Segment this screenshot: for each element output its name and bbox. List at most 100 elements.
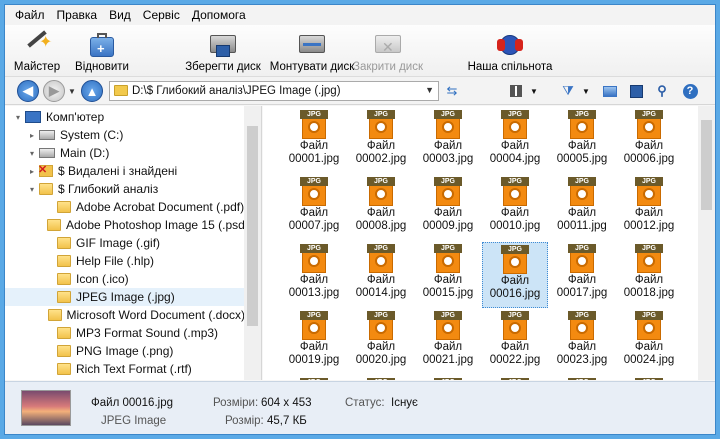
filter-dropdown-icon[interactable]: ▼ xyxy=(577,82,595,100)
file-item[interactable]: JPG Файл 00009.jpg xyxy=(415,175,481,241)
wizard-button[interactable]: ✦ Майстер xyxy=(11,27,63,75)
file-item[interactable]: JPG Файл 00002.jpg xyxy=(348,108,414,174)
folder-icon xyxy=(57,363,71,375)
back-button[interactable]: ◀ xyxy=(17,80,39,102)
file-item[interactable]: JPG Файл 00018.jpg xyxy=(616,242,682,308)
file-item-partial[interactable]: JPG xyxy=(281,376,347,380)
history-dropdown-icon[interactable]: ▼ xyxy=(68,87,76,96)
file-item[interactable]: JPG Файл 00023.jpg xyxy=(549,309,615,375)
file-item[interactable]: JPG Файл 00016.jpg xyxy=(482,242,548,308)
jpg-file-icon: JPG xyxy=(367,378,395,380)
file-item[interactable]: JPG Файл 00017.jpg xyxy=(549,242,615,308)
menu-help[interactable]: Допомога xyxy=(186,8,252,22)
file-item[interactable]: JPG Файл 00005.jpg xyxy=(549,108,615,174)
jpg-badge: JPG xyxy=(635,244,663,253)
refresh-icon[interactable]: ⇆ xyxy=(443,82,461,100)
tree-item[interactable]: GIF Image (.gif) xyxy=(5,234,245,252)
save-disk-button[interactable]: Зберегти диск xyxy=(183,27,263,75)
file-item[interactable]: JPG Файл 00024.jpg xyxy=(616,309,682,375)
tree-item[interactable]: ▸ System (C:) xyxy=(5,126,245,144)
drive-icon xyxy=(39,130,55,140)
file-item[interactable]: JPG Файл 00019.jpg xyxy=(281,309,347,375)
menu-file[interactable]: Файл xyxy=(9,8,51,22)
tree-item[interactable]: Icon (.ico) xyxy=(5,270,245,288)
search-icon[interactable]: ⚲ xyxy=(653,82,671,100)
folder-icon xyxy=(47,309,62,321)
menu-view[interactable]: Вид xyxy=(103,8,137,22)
expander-icon[interactable]: ▾ xyxy=(27,185,37,194)
save-icon[interactable] xyxy=(627,82,645,100)
community-button[interactable]: Наша спільнота xyxy=(468,27,552,75)
tree-item[interactable]: MP3 Format Sound (.mp3) xyxy=(5,324,245,342)
file-item-partial[interactable]: JPG xyxy=(549,376,615,380)
address-bar[interactable]: D:\$ Глибокий аналіз\JPEG Image (.jpg) ▼ xyxy=(109,81,439,101)
close-disk-button[interactable]: ✕ Закрити диск xyxy=(353,27,423,75)
tree-item[interactable]: Rich Text Format (.rtf) xyxy=(5,360,245,378)
jpg-badge: JPG xyxy=(501,177,529,186)
tree-scrollbar-thumb[interactable] xyxy=(247,126,258,326)
tree-item-label: Adobe Acrobat Document (.pdf) xyxy=(76,200,245,214)
filter-icon[interactable]: ⧩ xyxy=(559,82,577,100)
file-item-partial[interactable]: JPG xyxy=(415,376,481,380)
help-icon[interactable]: ? xyxy=(681,82,699,100)
toolbar: ✦ Майстер + Відновити Зберегти диск Монт… xyxy=(5,25,715,77)
file-item[interactable]: JPG Файл 00013.jpg xyxy=(281,242,347,308)
menu-edit[interactable]: Правка xyxy=(51,8,104,22)
tree-item[interactable]: Adobe Acrobat Document (.pdf) xyxy=(5,198,245,216)
folder-icon xyxy=(114,85,128,96)
file-item[interactable]: JPG Файл 00022.jpg xyxy=(482,309,548,375)
view-dropdown-icon[interactable]: ▼ xyxy=(525,82,543,100)
file-item[interactable]: JPG Файл 00003.jpg xyxy=(415,108,481,174)
tree-item[interactable]: ▾ Комп'ютер xyxy=(5,108,245,126)
first-aid-kit-icon: + xyxy=(87,31,117,59)
tree-scrollbar[interactable] xyxy=(244,106,261,380)
jpg-lens xyxy=(308,188,320,200)
forward-button[interactable]: ▶ xyxy=(43,80,65,102)
tree-item[interactable]: ▾ Main (D:) xyxy=(5,144,245,162)
tree-item[interactable]: Adobe Photoshop Image 15 (.psd) xyxy=(5,216,245,234)
file-item-name: 00012.jpg xyxy=(623,220,675,232)
preview-icon[interactable] xyxy=(601,82,619,100)
file-item-partial[interactable]: JPG xyxy=(616,376,682,380)
view-mode-icon[interactable] xyxy=(507,82,525,100)
file-item-label: Файл xyxy=(366,274,396,286)
restore-button[interactable]: + Відновити xyxy=(71,27,133,75)
tree-item[interactable]: ▾ $ Глибокий аналіз xyxy=(5,180,245,198)
file-item[interactable]: JPG Файл 00006.jpg xyxy=(616,108,682,174)
tree-item[interactable]: Microsoft Word Document (.docx) xyxy=(5,306,245,324)
tree-item[interactable]: PNG Image (.png) xyxy=(5,342,245,360)
status-dimensions-value: 604 x 453 xyxy=(261,397,312,409)
chevron-down-icon[interactable]: ▼ xyxy=(425,85,434,95)
file-item-partial[interactable]: JPG xyxy=(348,376,414,380)
file-grid-scrollbar[interactable] xyxy=(698,106,715,380)
file-item[interactable]: JPG Файл 00007.jpg xyxy=(281,175,347,241)
file-item-name: 00021.jpg xyxy=(422,354,474,366)
expander-icon[interactable]: ▾ xyxy=(13,113,23,122)
folder-icon xyxy=(57,345,71,357)
tree-item[interactable]: Help File (.hlp) xyxy=(5,252,245,270)
expander-icon[interactable]: ▸ xyxy=(27,167,37,176)
file-item[interactable]: JPG Файл 00008.jpg xyxy=(348,175,414,241)
file-item[interactable]: JPG Файл 00020.jpg xyxy=(348,309,414,375)
up-button[interactable]: ▲ xyxy=(81,80,103,102)
file-item[interactable]: JPG Файл 00021.jpg xyxy=(415,309,481,375)
file-grid-scrollbar-thumb[interactable] xyxy=(701,120,712,210)
jpg-file-icon: JPG xyxy=(434,244,462,274)
file-item[interactable]: JPG Файл 00004.jpg xyxy=(482,108,548,174)
file-item[interactable]: JPG Файл 00014.jpg xyxy=(348,242,414,308)
tree-item[interactable]: JPEG Image (.jpg) xyxy=(5,288,245,306)
tree-item-label: JPEG Image (.jpg) xyxy=(76,290,175,304)
folder-icon xyxy=(57,327,71,339)
mount-disk-button[interactable]: Монтувати диск xyxy=(267,27,357,75)
jpg-file-icon: JPG xyxy=(501,245,529,275)
expander-icon[interactable]: ▾ xyxy=(27,149,37,158)
file-item[interactable]: JPG Файл 00010.jpg xyxy=(482,175,548,241)
file-item[interactable]: JPG Файл 00001.jpg xyxy=(281,108,347,174)
file-item[interactable]: JPG Файл 00012.jpg xyxy=(616,175,682,241)
file-item-partial[interactable]: JPG xyxy=(482,376,548,380)
menu-service[interactable]: Сервіс xyxy=(137,8,186,22)
tree-item[interactable]: ▸ $ Видалені і знайдені xyxy=(5,162,245,180)
file-item[interactable]: JPG Файл 00015.jpg xyxy=(415,242,481,308)
expander-icon[interactable]: ▸ xyxy=(27,131,37,140)
file-item[interactable]: JPG Файл 00011.jpg xyxy=(549,175,615,241)
